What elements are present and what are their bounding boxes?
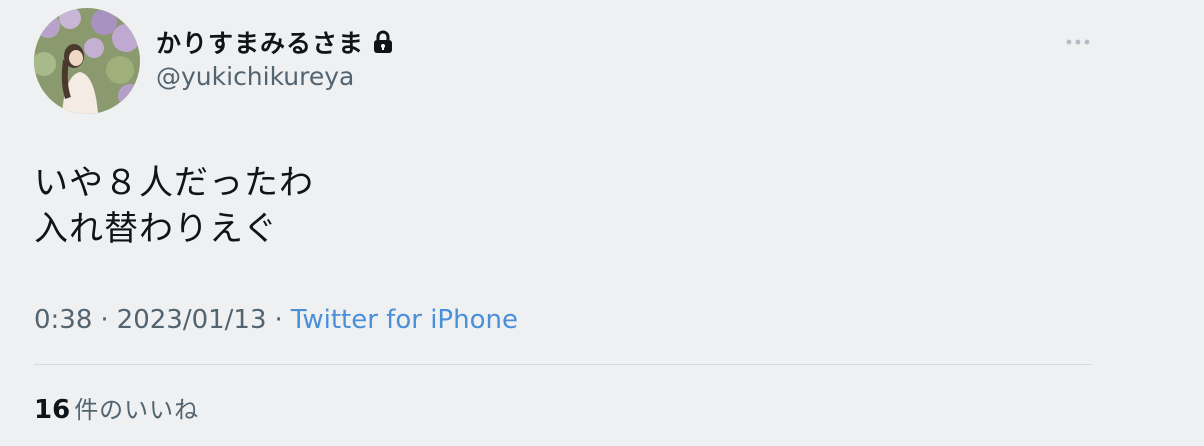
- avatar[interactable]: [34, 8, 140, 114]
- author-handle[interactable]: @yukichikureya: [156, 62, 354, 91]
- tweet-time[interactable]: 0:38: [34, 305, 92, 335]
- author-name-row: かりすまみるさま: [156, 26, 394, 58]
- likes-label: 件のいいね: [74, 396, 200, 424]
- divider: [34, 364, 1092, 365]
- avatar-photo: [34, 8, 140, 114]
- more-options-icon[interactable]: [1064, 34, 1092, 48]
- tweet-text: いや８人だったわ 入れ替わりえぐ: [34, 160, 314, 252]
- lock-icon: [372, 30, 394, 54]
- author-display-name[interactable]: かりすまみるさま: [156, 24, 364, 60]
- tweet-line: いや８人だったわ: [34, 163, 314, 203]
- likes-count: 16: [34, 395, 71, 425]
- source-link[interactable]: Twitter for iPhone: [291, 305, 518, 335]
- meta-separator: ·: [274, 305, 283, 335]
- tweet-meta: 0:38 · 2023/01/13 · Twitter for iPhone: [34, 305, 518, 335]
- tweet-date[interactable]: 2023/01/13: [117, 305, 267, 335]
- meta-separator: ·: [100, 305, 109, 335]
- likes-stat[interactable]: 16 件のいいね: [34, 390, 199, 425]
- tweet-line: 入れ替わりえぐ: [34, 209, 278, 249]
